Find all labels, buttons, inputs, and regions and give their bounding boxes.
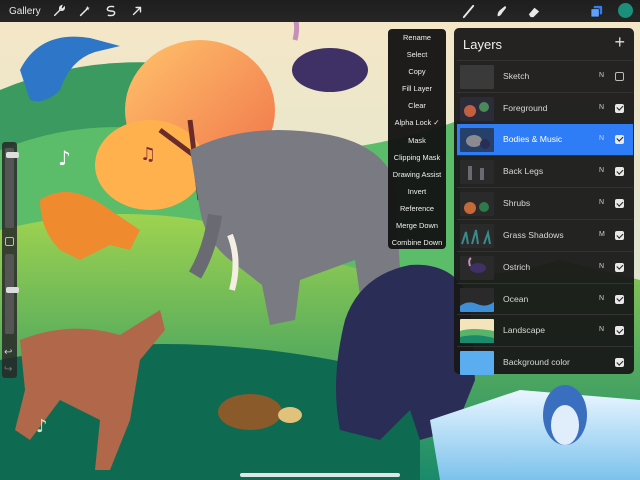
layers-panel: Layers + Sketch N Foreground N Bodies & Musi… <box>454 28 634 376</box>
blend-mode-button[interactable]: N <box>599 104 604 111</box>
layer-row[interactable]: Sketch N <box>457 60 633 92</box>
color-swatch[interactable] <box>618 3 633 18</box>
music-note: ♫ <box>140 144 156 165</box>
layer-visibility-checkbox[interactable] <box>615 294 624 304</box>
opacity-thumb[interactable] <box>6 287 19 294</box>
menu-item[interactable]: Rename <box>388 29 446 46</box>
menu-item[interactable]: Alpha Lock ✓ <box>388 114 446 131</box>
layer-row[interactable]: Landscape N <box>457 314 633 346</box>
penguin-belly <box>551 405 579 445</box>
ostrich <box>292 48 368 92</box>
layers-panel-title: Layers <box>463 37 503 52</box>
layer-row[interactable]: Background color <box>457 346 633 378</box>
layer-visibility-checkbox[interactable] <box>615 167 624 177</box>
layer-name: Back Legs <box>503 166 544 177</box>
blend-mode-button[interactable]: N <box>599 326 604 333</box>
layer-row[interactable]: Shrubs N <box>457 187 633 219</box>
layer-thumbnail <box>460 224 494 248</box>
home-indicator[interactable] <box>240 473 400 477</box>
blend-mode-button[interactable]: N <box>599 135 604 142</box>
layer-row[interactable]: Bodies & Music N <box>457 123 633 156</box>
layer-name: Bodies & Music <box>503 133 563 144</box>
menu-item[interactable]: Combine Down <box>388 234 446 251</box>
blend-mode-button[interactable]: M <box>599 231 605 238</box>
layer-row[interactable]: Ocean N <box>457 282 633 315</box>
layer-visibility-checkbox[interactable] <box>615 134 624 144</box>
undo-icon[interactable]: ↩ <box>4 347 12 358</box>
brush-size-thumb[interactable] <box>6 152 19 159</box>
layer-thumbnail <box>460 160 494 185</box>
layer-row[interactable]: Back Legs N <box>457 155 633 187</box>
layer-visibility-checkbox[interactable] <box>615 358 624 368</box>
layer-thumbnail <box>460 192 494 217</box>
layer-name: Foreground <box>503 102 548 113</box>
layer-name: Sketch <box>503 71 530 81</box>
menu-item[interactable]: Clear <box>388 97 446 114</box>
layer-visibility-checkbox[interactable] <box>615 103 624 113</box>
blend-mode-button[interactable]: N <box>599 199 604 206</box>
layer-name: Ocean <box>503 293 529 304</box>
layer-visibility-checkbox[interactable] <box>615 326 624 336</box>
menu-item[interactable]: Clipping Mask <box>388 149 446 166</box>
wrench-icon[interactable] <box>51 3 67 19</box>
layer-name: Landscape <box>503 325 546 336</box>
brush-size-slider[interactable] <box>5 148 19 228</box>
redo-icon[interactable]: ↪ <box>4 364 12 375</box>
layer-name: Shrubs <box>503 198 531 209</box>
blend-mode-button[interactable]: N <box>599 295 604 302</box>
music-note: ♪ <box>58 146 71 170</box>
layer-row[interactable]: Foreground N <box>457 91 633 124</box>
menu-item[interactable]: Fill Layer <box>388 80 446 97</box>
selection-icon[interactable] <box>103 3 119 19</box>
layer-visibility-checkbox[interactable] <box>615 231 624 240</box>
modify-button[interactable] <box>5 237 14 246</box>
layer-row[interactable]: Ostrich N <box>457 250 633 283</box>
layer-thumbnail <box>460 127 494 152</box>
menu-item[interactable]: Drawing Assist <box>388 166 446 183</box>
turtle-shell <box>218 394 282 430</box>
layer-name: Ostrich <box>503 261 531 272</box>
menu-item[interactable]: Mask <box>388 132 446 149</box>
music-note: ♪ <box>36 416 48 437</box>
opacity-slider[interactable] <box>5 254 19 334</box>
layer-visibility-checkbox[interactable] <box>615 72 624 81</box>
blend-mode-button[interactable]: N <box>599 72 604 79</box>
left-sidebar: ↩ ↪ <box>2 142 19 378</box>
magic-wand-icon[interactable] <box>77 3 93 19</box>
menu-item[interactable]: Select <box>388 46 446 63</box>
layer-thumbnail <box>460 65 494 89</box>
add-layer-button[interactable]: + <box>614 32 625 53</box>
blend-mode-button[interactable]: N <box>599 263 604 270</box>
gallery-button[interactable]: Gallery <box>9 6 41 17</box>
layer-thumbnail <box>460 96 494 121</box>
layer-thumbnail <box>460 351 494 376</box>
layer-options-menu: Rename Select Copy Fill Layer Clear Alpha Loc… <box>388 29 446 249</box>
blend-mode-button[interactable]: N <box>599 167 604 174</box>
top-toolbar: Gallery <box>0 0 640 22</box>
layer-visibility-checkbox[interactable] <box>615 262 624 272</box>
transform-icon[interactable] <box>129 3 145 19</box>
layers-icon[interactable] <box>588 3 604 19</box>
smudge-icon[interactable] <box>493 3 509 19</box>
menu-item[interactable]: Reference <box>388 200 446 217</box>
menu-item[interactable]: Invert <box>388 183 446 200</box>
brush-icon[interactable] <box>460 3 476 19</box>
layer-thumbnail <box>460 287 494 312</box>
layer-thumbnail <box>460 319 494 344</box>
eraser-icon[interactable] <box>525 3 541 19</box>
layer-thumbnail <box>460 255 494 280</box>
layer-name: Grass Shadows <box>503 230 564 240</box>
menu-item[interactable]: Merge Down <box>388 217 446 234</box>
orange-tree-lower <box>95 120 205 210</box>
menu-item[interactable]: Copy <box>388 63 446 80</box>
layer-visibility-checkbox[interactable] <box>615 199 624 209</box>
layer-row[interactable]: Grass Shadows M <box>457 219 633 251</box>
turtle-head <box>278 407 302 423</box>
layer-name: Background color <box>503 357 570 368</box>
